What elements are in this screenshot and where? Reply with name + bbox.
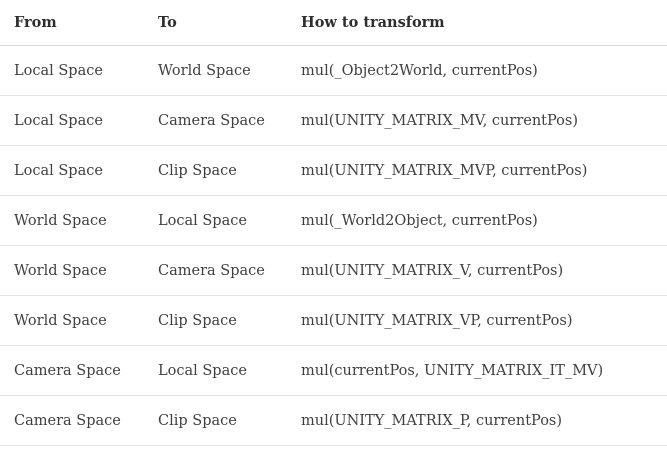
cell-from: World Space: [0, 245, 144, 296]
cell-to: Clip Space: [144, 145, 287, 196]
cell-to: Clip Space: [144, 295, 287, 346]
cell-from: World Space: [0, 195, 144, 246]
table-row: Local Space World Space mul(_Object2Worl…: [0, 45, 667, 96]
table-header: From To How to transform: [0, 0, 667, 46]
column-header-to: To: [144, 0, 287, 46]
cell-transform: mul(currentPos, UNITY_MATRIX_IT_MV): [287, 345, 667, 396]
table-body: Local Space World Space mul(_Object2Worl…: [0, 45, 667, 446]
cell-transform: mul(UNITY_MATRIX_MVP, currentPos): [287, 145, 667, 196]
cell-transform: mul(_World2Object, currentPos): [287, 195, 667, 246]
column-header-from: From: [0, 0, 144, 46]
cell-from: Camera Space: [0, 395, 144, 446]
cell-to: World Space: [144, 45, 287, 96]
table-row: World Space Clip Space mul(UNITY_MATRIX_…: [0, 295, 667, 346]
table-row: World Space Local Space mul(_World2Objec…: [0, 195, 667, 246]
table-row: Local Space Clip Space mul(UNITY_MATRIX_…: [0, 145, 667, 196]
header-row: From To How to transform: [0, 0, 667, 46]
cell-from: Camera Space: [0, 345, 144, 396]
column-header-how-to-transform: How to transform: [287, 0, 667, 46]
table-row: Camera Space Clip Space mul(UNITY_MATRIX…: [0, 395, 667, 446]
cell-to: Camera Space: [144, 245, 287, 296]
table-row: Camera Space Local Space mul(currentPos,…: [0, 345, 667, 396]
cell-transform: mul(_Object2World, currentPos): [287, 45, 667, 96]
cell-to: Local Space: [144, 195, 287, 246]
cell-transform: mul(UNITY_MATRIX_MV, currentPos): [287, 95, 667, 146]
table-row: Local Space Camera Space mul(UNITY_MATRI…: [0, 95, 667, 146]
cell-to: Clip Space: [144, 395, 287, 446]
cell-transform: mul(UNITY_MATRIX_P, currentPos): [287, 395, 667, 446]
cell-to: Camera Space: [144, 95, 287, 146]
transform-table: From To How to transform Local Space Wor…: [0, 0, 667, 446]
cell-transform: mul(UNITY_MATRIX_V, currentPos): [287, 245, 667, 296]
cell-to: Local Space: [144, 345, 287, 396]
cell-from: Local Space: [0, 145, 144, 196]
table-row: World Space Camera Space mul(UNITY_MATRI…: [0, 245, 667, 296]
cell-transform: mul(UNITY_MATRIX_VP, currentPos): [287, 295, 667, 346]
cell-from: World Space: [0, 295, 144, 346]
cell-from: Local Space: [0, 45, 144, 96]
cell-from: Local Space: [0, 95, 144, 146]
